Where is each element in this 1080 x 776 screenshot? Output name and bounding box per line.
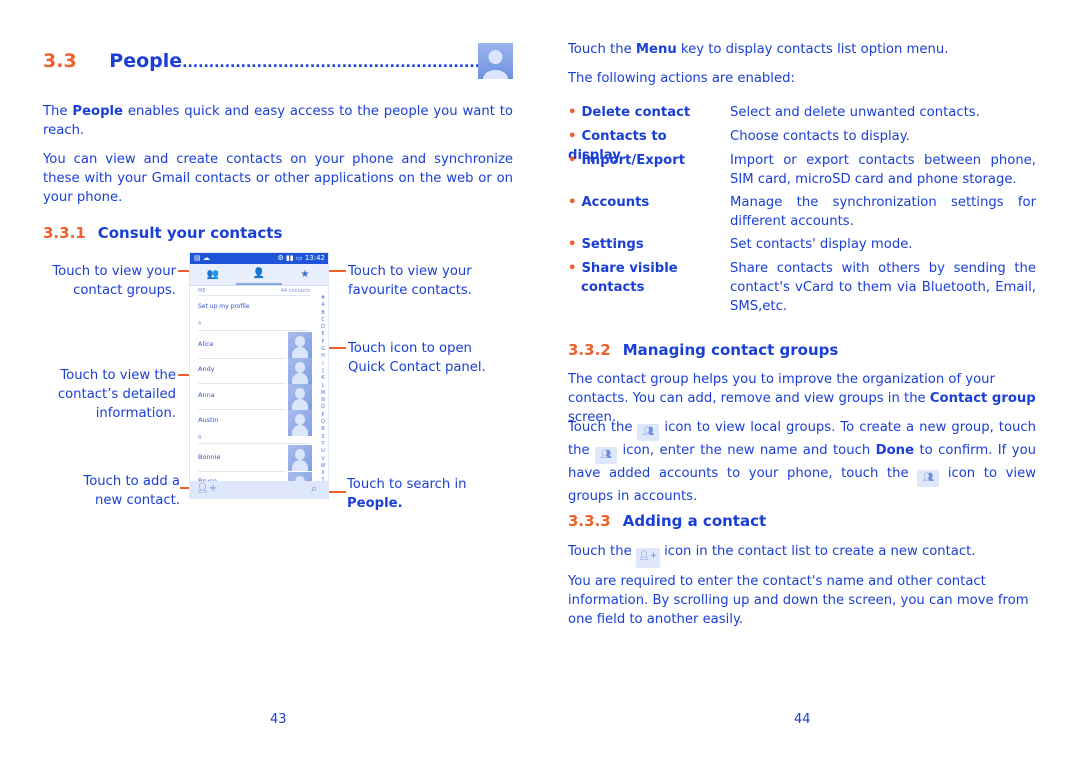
contact-photo-icon[interactable] — [288, 410, 312, 436]
section-heading: 3.3 People..............................… — [43, 50, 496, 72]
alphabet-index-letter[interactable]: I — [319, 361, 327, 368]
bottom-action-bar: 👤︎+ ⌕ — [190, 481, 328, 498]
groups-icon: 👥︎ — [595, 447, 618, 464]
alphabet-index-letter[interactable]: U — [319, 448, 327, 455]
person-icon: 👤 — [252, 268, 266, 279]
intro-paragraph-1: The People enables quick and easy access… — [43, 104, 513, 138]
search-icon[interactable]: ⌕ — [311, 482, 317, 496]
subsection-heading-groups: 3.3.2 Managing contact groups — [568, 341, 839, 359]
contact-photo-icon[interactable] — [288, 332, 312, 358]
alphabet-index-letter[interactable]: X — [319, 470, 327, 477]
status-bar: ▤ ☁ ⚙ ▮▮ ▭ 13:42 — [190, 253, 328, 264]
alphabet-index-letter[interactable]: B — [319, 310, 327, 317]
page-number-right: 44 — [794, 712, 811, 727]
groups-paragraph-2: Touch the 👥︎ icon to view local groups. … — [568, 420, 1037, 504]
star-icon: ★ — [300, 269, 310, 280]
tab-bar: 👥 👤 ★ — [190, 264, 328, 286]
adding-paragraph-2: You are required to enter the contact's … — [568, 574, 1029, 627]
contact-photo-icon[interactable] — [288, 358, 312, 384]
groups-icon: 👥︎ — [637, 424, 660, 441]
tab-favourites[interactable]: ★ — [282, 264, 328, 285]
intro-paragraph-2: You can view and create contacts on your… — [43, 152, 513, 205]
alphabet-index-letter[interactable]: D — [319, 324, 327, 331]
contacts-count: 44 contacts — [280, 288, 310, 294]
groups-icon: 👥 — [206, 269, 220, 280]
subsection-heading-adding: 3.3.3 Adding a contact — [568, 512, 767, 530]
callout-quick-contact: Touch icon to open Quick Contact panel. — [348, 341, 486, 375]
menu-key-paragraph: Touch the Menu key to display contacts l… — [568, 42, 949, 57]
tab-groups[interactable]: 👥 — [190, 264, 236, 285]
callout-contact-groups: Touch to view your contact groups. — [52, 264, 176, 298]
alphabet-index-letter[interactable]: M — [319, 390, 327, 397]
signal-icon: ⚙ ▮▮ ▭ — [277, 254, 305, 262]
callout-add-contact: Touch to add a new contact. — [83, 474, 180, 508]
page-number-left: 43 — [270, 712, 287, 727]
subsection-heading-consult: 3.3.1 Consult your contacts — [43, 224, 283, 242]
adding-paragraph-1: Touch the 👤︎+ icon in the contact list t… — [568, 542, 1038, 568]
alphabet-index-letter[interactable]: F — [319, 339, 327, 346]
alphabet-index-letter[interactable]: E — [319, 331, 327, 338]
contact-photo-icon[interactable] — [288, 384, 312, 410]
alphabet-index-letter[interactable]: H — [319, 353, 327, 360]
callout-favourites: Touch to view your favourite contacts. — [348, 264, 472, 298]
phone-screenshot: ▤ ☁ ⚙ ▮▮ ▭ 13:42 👥 👤 ★ ME 44 contacts Set… — [190, 253, 328, 498]
alphabet-index-letter[interactable]: A — [319, 302, 327, 309]
alphabet-index-letter[interactable]: O — [319, 404, 327, 411]
section-number: 3.3 — [43, 50, 77, 72]
callout-contact-detail: Touch to view the contact’s detailed infor… — [57, 368, 176, 421]
alphabet-index-letter[interactable]: V — [319, 456, 327, 463]
alphabet-index[interactable]: #ABCDEFGHIJKLMNOPQRSTUVWXYZ — [319, 295, 327, 492]
section-title: People — [109, 50, 183, 72]
tab-all-contacts[interactable]: 👤 — [236, 264, 282, 285]
alphabet-index-letter[interactable]: N — [319, 397, 327, 404]
alphabet-index-letter[interactable]: J — [319, 368, 327, 375]
alphabet-index-letter[interactable]: L — [319, 383, 327, 390]
groups-icon: 👥︎ — [917, 470, 940, 487]
alphabet-index-letter[interactable]: T — [319, 441, 327, 448]
person-silhouette-icon — [478, 43, 513, 79]
me-header: ME 44 contacts — [198, 288, 310, 294]
section-dots: ........................................… — [182, 55, 496, 71]
section-letter-b: B — [198, 435, 202, 441]
alphabet-index-letter[interactable]: K — [319, 375, 327, 382]
contact-photo-icon[interactable] — [288, 445, 312, 471]
alphabet-index-letter[interactable]: P — [319, 412, 327, 419]
add-contact-icon[interactable]: 👤︎+ — [196, 483, 217, 494]
setup-profile-item[interactable]: Set up my profile — [198, 303, 310, 310]
alphabet-index-letter[interactable]: S — [319, 434, 327, 441]
alphabet-index-letter[interactable]: C — [319, 317, 327, 324]
alphabet-index-letter[interactable]: # — [319, 295, 327, 302]
alphabet-index-letter[interactable]: W — [319, 463, 327, 470]
alphabet-index-letter[interactable]: G — [319, 346, 327, 353]
add-contact-icon: 👤︎+ — [635, 548, 660, 568]
status-time: 13:42 — [304, 254, 325, 262]
notification-icon: ▤ ☁ — [194, 254, 210, 262]
actions-intro: The following actions are enabled: — [568, 71, 795, 86]
alphabet-index-letter[interactable]: Q — [319, 419, 327, 426]
section-letter-a: A — [198, 321, 202, 327]
callout-search: Touch to search in People. — [347, 477, 467, 511]
alphabet-index-letter[interactable]: R — [319, 426, 327, 433]
